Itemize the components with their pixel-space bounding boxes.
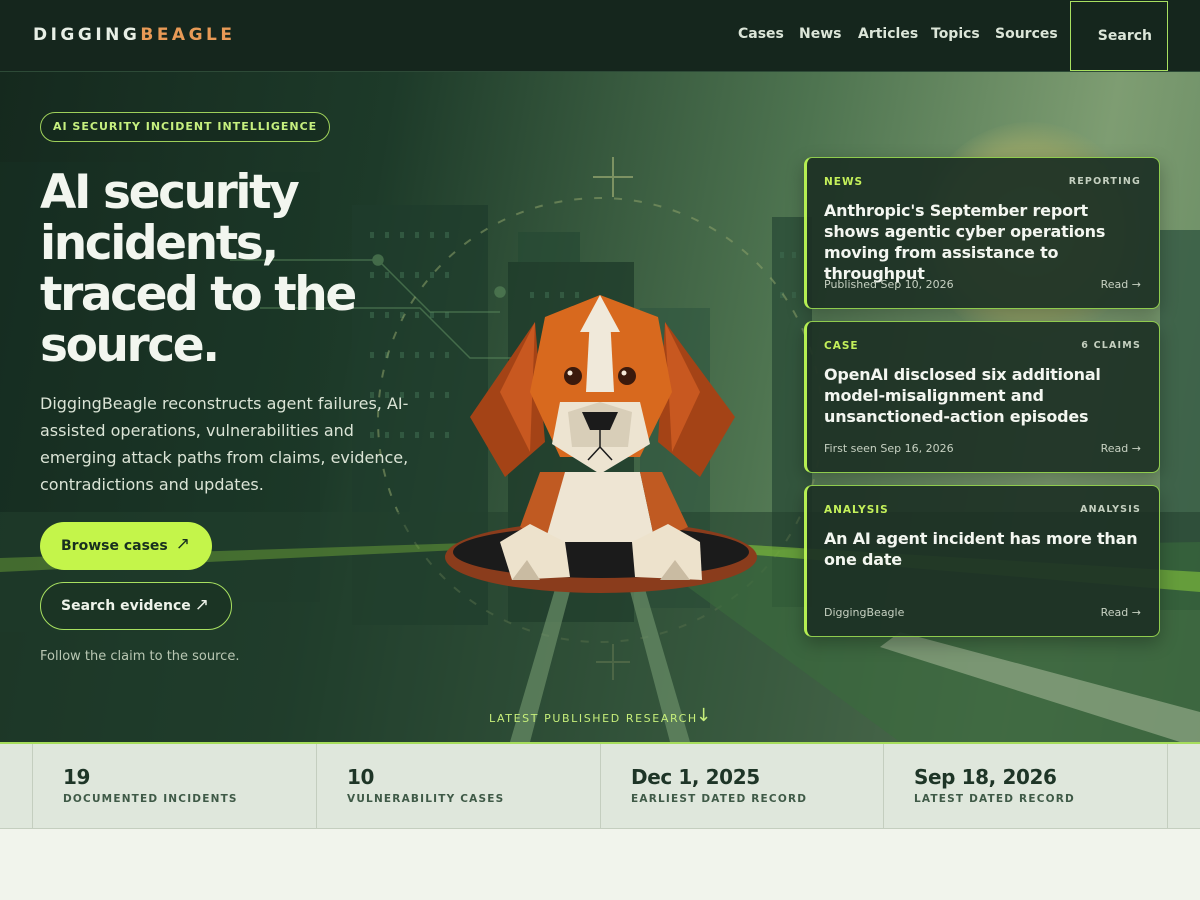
card-tag: REPORTING xyxy=(1068,176,1141,187)
stat-value: 19 xyxy=(63,765,91,789)
arrow-up-right-icon: ↗ xyxy=(194,595,209,615)
stat-value: Sep 18, 2026 xyxy=(914,765,1057,789)
hero-description: DiggingBeagle reconstructs agent failure… xyxy=(40,394,409,494)
card-meta: Published Sep 10, 2026 xyxy=(824,278,954,291)
stat-latest: Sep 18, 2026 LATEST DATED RECORD xyxy=(883,744,1168,829)
stat-earliest: Dec 1, 2025 EARLIEST DATED RECORD xyxy=(600,744,884,829)
follow-text: Follow the claim to the source. xyxy=(40,649,240,664)
nav-news[interactable]: News xyxy=(799,26,841,42)
stat-vulnerabilities: 10 VULNERABILITY CASES xyxy=(316,744,601,829)
card-type: NEWS xyxy=(824,176,864,188)
card-tag: ANALYSIS xyxy=(1080,504,1141,515)
stat-incidents: 19 DOCUMENTED INCIDENTS xyxy=(32,744,317,829)
brand-logo[interactable]: DIGGINGBEAGLE xyxy=(33,25,236,45)
nav-articles[interactable]: Articles xyxy=(858,26,918,42)
card-case[interactable]: CASE 6 CLAIMS OpenAI disclosed six addit… xyxy=(804,321,1160,473)
nav-sources[interactable]: Sources xyxy=(995,26,1058,42)
latest-research-link[interactable]: LATEST PUBLISHED RESEARCH xyxy=(489,712,698,725)
hero-badge: AI SECURITY INCIDENT INTELLIGENCE xyxy=(40,112,331,142)
card-meta: First seen Sep 16, 2026 xyxy=(824,442,954,455)
card-tag: 6 CLAIMS xyxy=(1081,340,1141,351)
nav-cases[interactable]: Cases xyxy=(738,26,784,42)
arrow-up-right-icon: ↗ xyxy=(175,534,190,554)
card-analysis[interactable]: ANALYSIS ANALYSIS An AI agent incident h… xyxy=(804,485,1160,637)
hero-section: AI SECURITY INCIDENT INTELLIGENCE AI sec… xyxy=(0,72,1200,742)
brand-part-2: BEAGLE xyxy=(140,25,236,45)
card-news[interactable]: NEWS REPORTING Anthropic's September rep… xyxy=(804,157,1160,309)
card-title: Anthropic's September report shows agent… xyxy=(824,201,1106,283)
stat-value: 10 xyxy=(347,765,375,789)
search-button[interactable]: Search xyxy=(1070,1,1168,71)
browse-cases-button[interactable]: Browse cases ↗ xyxy=(40,522,212,570)
stat-label: DOCUMENTED INCIDENTS xyxy=(63,793,238,805)
card-read-link[interactable]: Read → xyxy=(1101,606,1141,619)
browse-cases-label: Browse cases xyxy=(61,538,168,554)
card-title: OpenAI disclosed six additional model-mi… xyxy=(824,365,1101,426)
hero-title: AI security incidents, traced to the sou… xyxy=(40,165,357,373)
stat-label: EARLIEST DATED RECORD xyxy=(631,793,808,805)
stat-label: LATEST DATED RECORD xyxy=(914,793,1075,805)
stats-bar: 19 DOCUMENTED INCIDENTS 10 VULNERABILITY… xyxy=(0,742,1200,829)
stat-label: VULNERABILITY CASES xyxy=(347,793,505,805)
top-nav: DIGGINGBEAGLE Cases News Articles Topics… xyxy=(0,0,1200,72)
card-type: CASE xyxy=(824,340,859,352)
card-title: An AI agent incident has more than one d… xyxy=(824,529,1138,569)
search-evidence-button[interactable]: Search evidence ↗ xyxy=(40,582,232,630)
beagle-mascot xyxy=(445,295,757,593)
nav-topics[interactable]: Topics xyxy=(931,26,980,42)
arrow-down-icon[interactable]: ↓ xyxy=(696,705,711,726)
brand-part-1: DIGGING xyxy=(33,25,141,45)
card-type: ANALYSIS xyxy=(824,504,889,516)
page-content-area xyxy=(0,829,1200,900)
card-meta: DiggingBeagle xyxy=(824,606,905,619)
card-read-link[interactable]: Read → xyxy=(1101,278,1141,291)
search-evidence-label: Search evidence xyxy=(61,598,191,614)
card-read-link[interactable]: Read → xyxy=(1101,442,1141,455)
stat-value: Dec 1, 2025 xyxy=(631,765,760,789)
